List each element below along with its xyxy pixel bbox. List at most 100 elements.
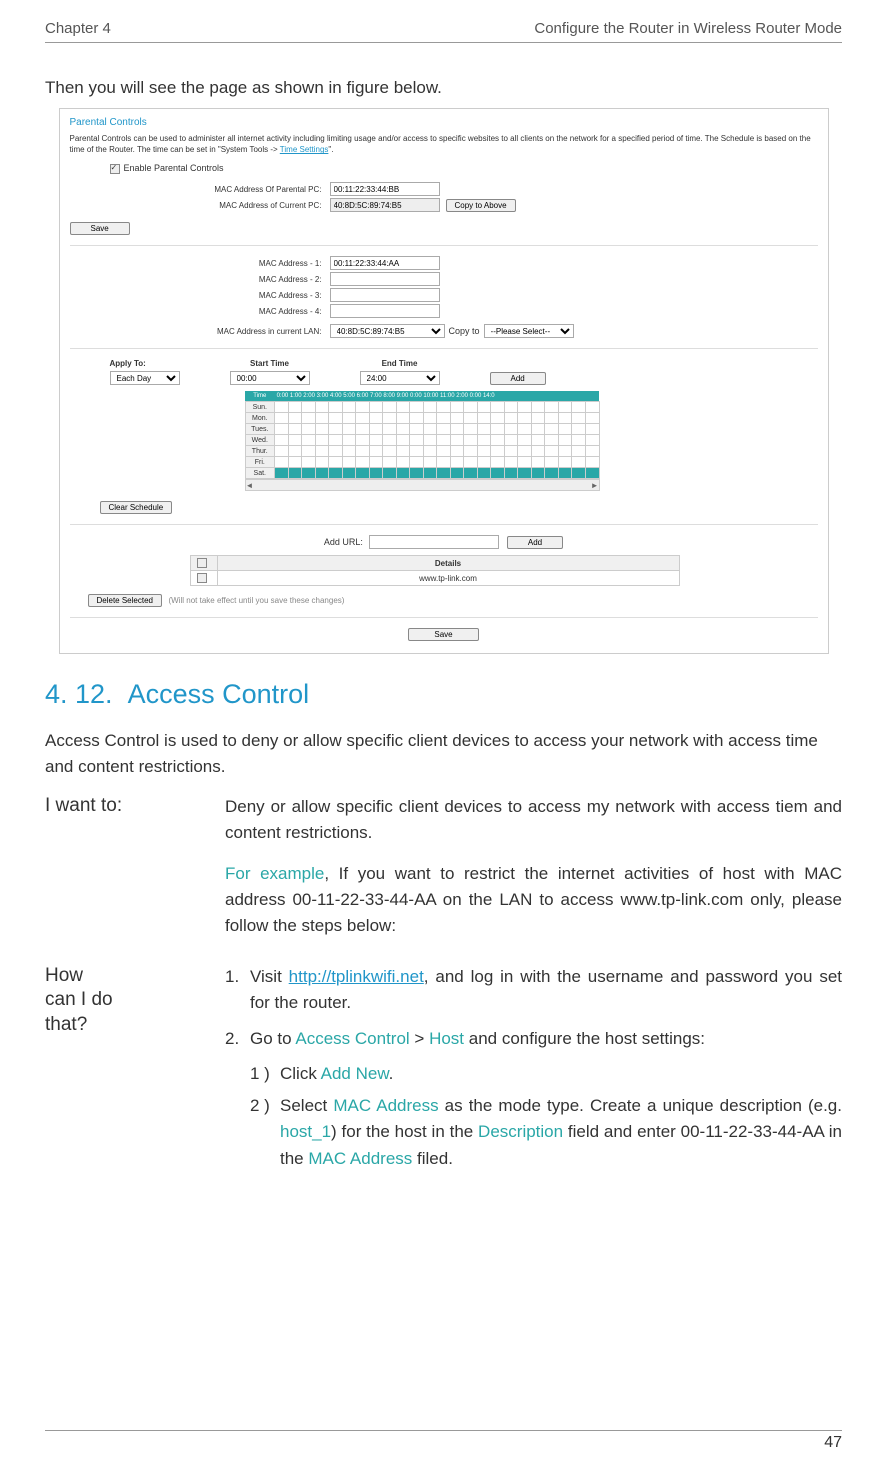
host-term: Host (429, 1029, 464, 1048)
mac-current-label: MAC Address of Current PC: (70, 201, 330, 210)
copy-to-select[interactable]: --Please Select-- (484, 324, 574, 338)
divider-2 (70, 348, 818, 349)
mac-lan-label: MAC Address in current LAN: (70, 327, 330, 336)
end-time-select[interactable]: 24:00 (360, 371, 440, 385)
apply-to-select[interactable]: Each Day (110, 371, 180, 385)
day-fri: Fri. (245, 457, 275, 468)
how-label-2: can I do (45, 989, 113, 1010)
time-header: Time (245, 391, 275, 402)
mac-address-field-term: MAC Address (308, 1149, 412, 1168)
description-term: Description (478, 1122, 563, 1141)
access-control-term: Access Control (295, 1029, 409, 1048)
ss-desc: Parental Controls can be used to adminis… (70, 133, 818, 155)
step-2-num: 2. (225, 1026, 250, 1178)
tplinkwifi-link[interactable]: http://tplinkwifi.net (289, 967, 424, 986)
intro-text: Then you will see the page as shown in f… (45, 78, 842, 98)
step-1-text: Visit http://tplinkwifi.net, and log in … (250, 964, 842, 1017)
start-time-select[interactable]: 00:00 (230, 371, 310, 385)
substep-2-num: 2 ) (250, 1093, 280, 1172)
step-2: 2. Go to Access Control > Host and confi… (225, 1026, 842, 1178)
example-text: For example, If you want to restrict the… (225, 861, 842, 940)
save-button-2[interactable]: Save (408, 628, 478, 641)
host1-term: host_1 (280, 1122, 331, 1141)
add-url-input[interactable] (369, 535, 499, 549)
divider-3 (70, 524, 818, 525)
add-schedule-button[interactable]: Add (490, 372, 546, 385)
example-lead: For example (225, 864, 324, 883)
hours-header: 0:00 1:00 2:00 3:00 4:00 5:00 6:00 7:00 … (275, 391, 599, 402)
day-sat: Sat. (245, 468, 275, 479)
save-row-2: Save (70, 628, 818, 641)
clear-schedule-button[interactable]: Clear Schedule (100, 501, 173, 514)
add-url-button[interactable]: Add (507, 536, 563, 549)
substep-2-text: Select MAC Address as the mode type. Cre… (280, 1093, 842, 1172)
substep-1: 1 ) Click Add New. (250, 1061, 842, 1087)
mac4-input[interactable] (330, 304, 440, 318)
section-heading: 4. 12.Access Control (45, 679, 842, 710)
day-sun: Sun. (245, 402, 275, 413)
how-label-1: How (45, 965, 83, 986)
copy-above-button[interactable]: Copy to Above (446, 199, 516, 212)
iwant-text: Deny or allow specific client devices to… (225, 794, 842, 847)
mac3-input[interactable] (330, 288, 440, 302)
step-2-text: Go to Access Control > Host and configur… (250, 1026, 842, 1178)
page-header: Chapter 4 Configure the Router in Wirele… (45, 20, 842, 43)
step-1: 1. Visit http://tplinkwifi.net, and log … (225, 964, 842, 1017)
ss-title: Parental Controls (70, 117, 818, 128)
mac-parental-label: MAC Address Of Parental PC: (70, 185, 330, 194)
divider-1 (70, 245, 818, 246)
mac3-label: MAC Address - 3: (70, 291, 330, 300)
details-header: Details (217, 556, 679, 571)
chapter-title: Configure the Router in Wireless Router … (534, 20, 842, 37)
section-intro: Access Control is used to deny or allow … (45, 728, 842, 779)
mac2-input[interactable] (330, 272, 440, 286)
mac-address-term: MAC Address (333, 1096, 438, 1115)
ss-desc-end: ". (328, 145, 333, 154)
ss-desc-text: Parental Controls can be used to adminis… (70, 134, 811, 154)
time-settings-link[interactable]: Time Settings (280, 145, 329, 154)
screenshot-panel: Parental Controls Parental Controls can … (59, 108, 829, 654)
schedule-controls: Apply To: Each Day Start Time 00:00 End … (110, 359, 818, 385)
delete-row: Delete Selected (Will not take effect un… (88, 594, 818, 607)
save-row-1: Save (70, 222, 818, 235)
enable-row: Enable Parental Controls (110, 163, 818, 174)
day-thu: Thur. (245, 446, 275, 457)
add-url-label: Add URL: (324, 537, 363, 547)
how-content: 1. Visit http://tplinkwifi.net, and log … (225, 964, 842, 1188)
how-label-3: that? (45, 1014, 87, 1035)
day-wed: Wed. (245, 435, 275, 446)
substep-2: 2 ) Select MAC Address as the mode type.… (250, 1093, 842, 1172)
add-url-row: Add URL: Add (70, 535, 818, 549)
enable-checkbox[interactable] (110, 164, 120, 174)
url-header-checkbox[interactable] (197, 558, 207, 568)
mac-parental-row: MAC Address Of Parental PC: (70, 182, 818, 196)
mac-current-input[interactable] (330, 198, 440, 212)
url-row-checkbox[interactable] (197, 573, 207, 583)
day-mon: Mon. (245, 413, 275, 424)
end-time-label: End Time (360, 359, 440, 368)
delete-selected-button[interactable]: Delete Selected (88, 594, 162, 607)
add-new-term: Add New (321, 1064, 389, 1083)
save-button-1[interactable]: Save (70, 222, 130, 235)
page-number: 47 (45, 1430, 842, 1452)
enable-label: Enable Parental Controls (124, 163, 224, 173)
substep-1-num: 1 ) (250, 1061, 280, 1087)
mac-current-row: MAC Address of Current PC: Copy to Above (70, 198, 818, 212)
mac1-label: MAC Address - 1: (70, 259, 330, 268)
chapter-label: Chapter 4 (45, 20, 111, 37)
substep-1-text: Click Add New. (280, 1061, 842, 1087)
start-time-label: Start Time (230, 359, 310, 368)
copy-to-label: Copy to (449, 326, 480, 336)
schedule-scrollbar[interactable]: ◄► (245, 479, 600, 491)
mac2-label: MAC Address - 2: (70, 275, 330, 284)
mac-parental-input[interactable] (330, 182, 440, 196)
how-block: How can I do that? 1. Visit http://tplin… (45, 964, 842, 1188)
mac1-input[interactable] (330, 256, 440, 270)
section-number: 4. 12. (45, 679, 113, 709)
iwant-content: Deny or allow specific client devices to… (225, 794, 842, 954)
steps-list: 1. Visit http://tplinkwifi.net, and log … (225, 964, 842, 1178)
divider-4 (70, 617, 818, 618)
url-table: Details www.tp-link.com (190, 555, 680, 586)
mac-lan-select[interactable]: 40:8D:5C:89:74:B5 (330, 324, 445, 338)
delete-note: (Will not take effect until you save the… (169, 596, 345, 605)
